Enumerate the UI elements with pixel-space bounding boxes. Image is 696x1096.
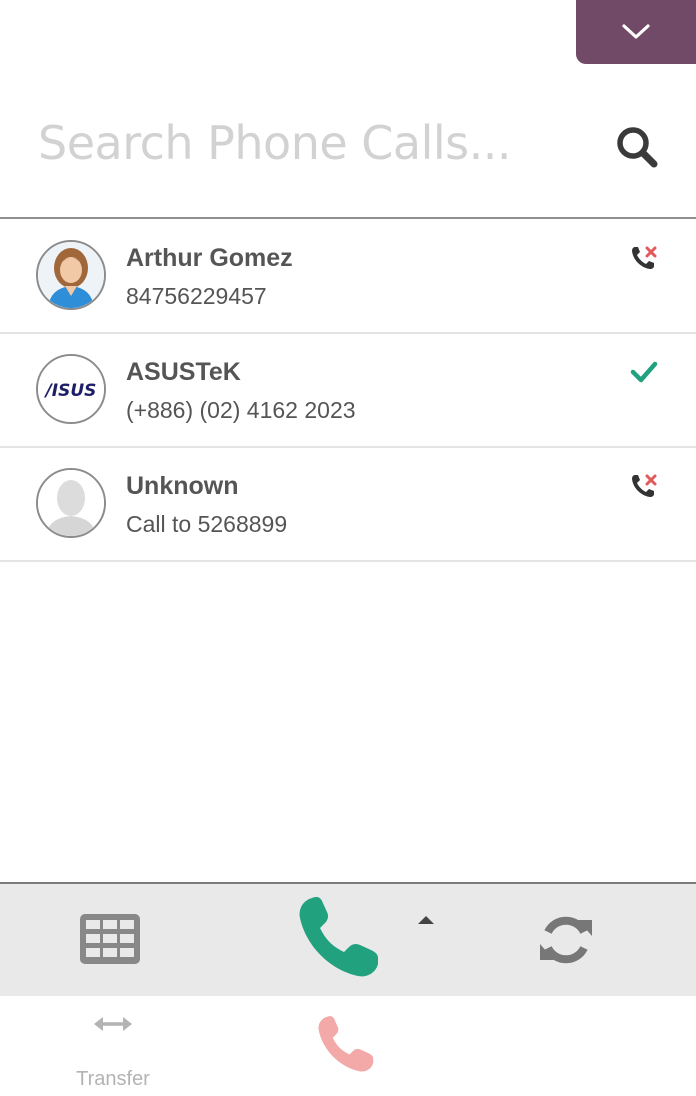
transfer-arrows-icon [94,1017,132,1031]
avatar [36,468,106,538]
search-input[interactable] [38,112,558,174]
transfer-button[interactable]: Transfer [66,1008,160,1090]
contact-number: Call to 5268899 [126,511,288,537]
voip-dialer-panel: Arthur Gomez 84756229457 /ISUS ASUSTeK (… [0,0,696,1096]
contact-name: ASUSTeK [126,358,241,386]
company-logo: /ISUS [38,356,104,422]
svg-text:/ISUS: /ISUS [44,381,97,401]
dialer-toolbar [0,882,696,996]
collapse-panel-button[interactable] [576,0,696,64]
call-list-item[interactable]: /ISUS ASUSTeK (+886) (02) 4162 2023 [0,334,696,448]
search-bar [0,64,696,219]
phone-icon[interactable] [296,894,382,980]
contact-number: (+886) (02) 4162 2023 [126,397,356,423]
missed-call-icon [632,474,657,497]
avatar [36,240,106,310]
hangup-phone-icon[interactable] [316,1014,376,1074]
check-icon [630,361,658,383]
missed-call-icon [632,246,657,269]
call-list-item[interactable]: Unknown Call to 5268899 [0,448,696,562]
contact-number: 84756229457 [126,283,267,309]
search-icon[interactable] [614,124,660,170]
call-list: Arthur Gomez 84756229457 /ISUS ASUSTeK (… [0,220,696,562]
chevron-down-icon [622,24,650,39]
placeholder-avatar-icon [38,470,104,536]
call-actions: Transfer [0,996,696,1096]
transfer-label: Transfer [76,1068,150,1090]
contact-name: Arthur Gomez [126,244,293,272]
contact-name: Unknown [126,472,239,500]
call-list-item[interactable]: Arthur Gomez 84756229457 [0,220,696,334]
contact-photo [38,242,104,308]
avatar: /ISUS [36,354,106,424]
caret-up-icon[interactable] [416,914,436,926]
refresh-icon[interactable] [536,910,596,970]
keypad-icon[interactable] [78,912,142,966]
